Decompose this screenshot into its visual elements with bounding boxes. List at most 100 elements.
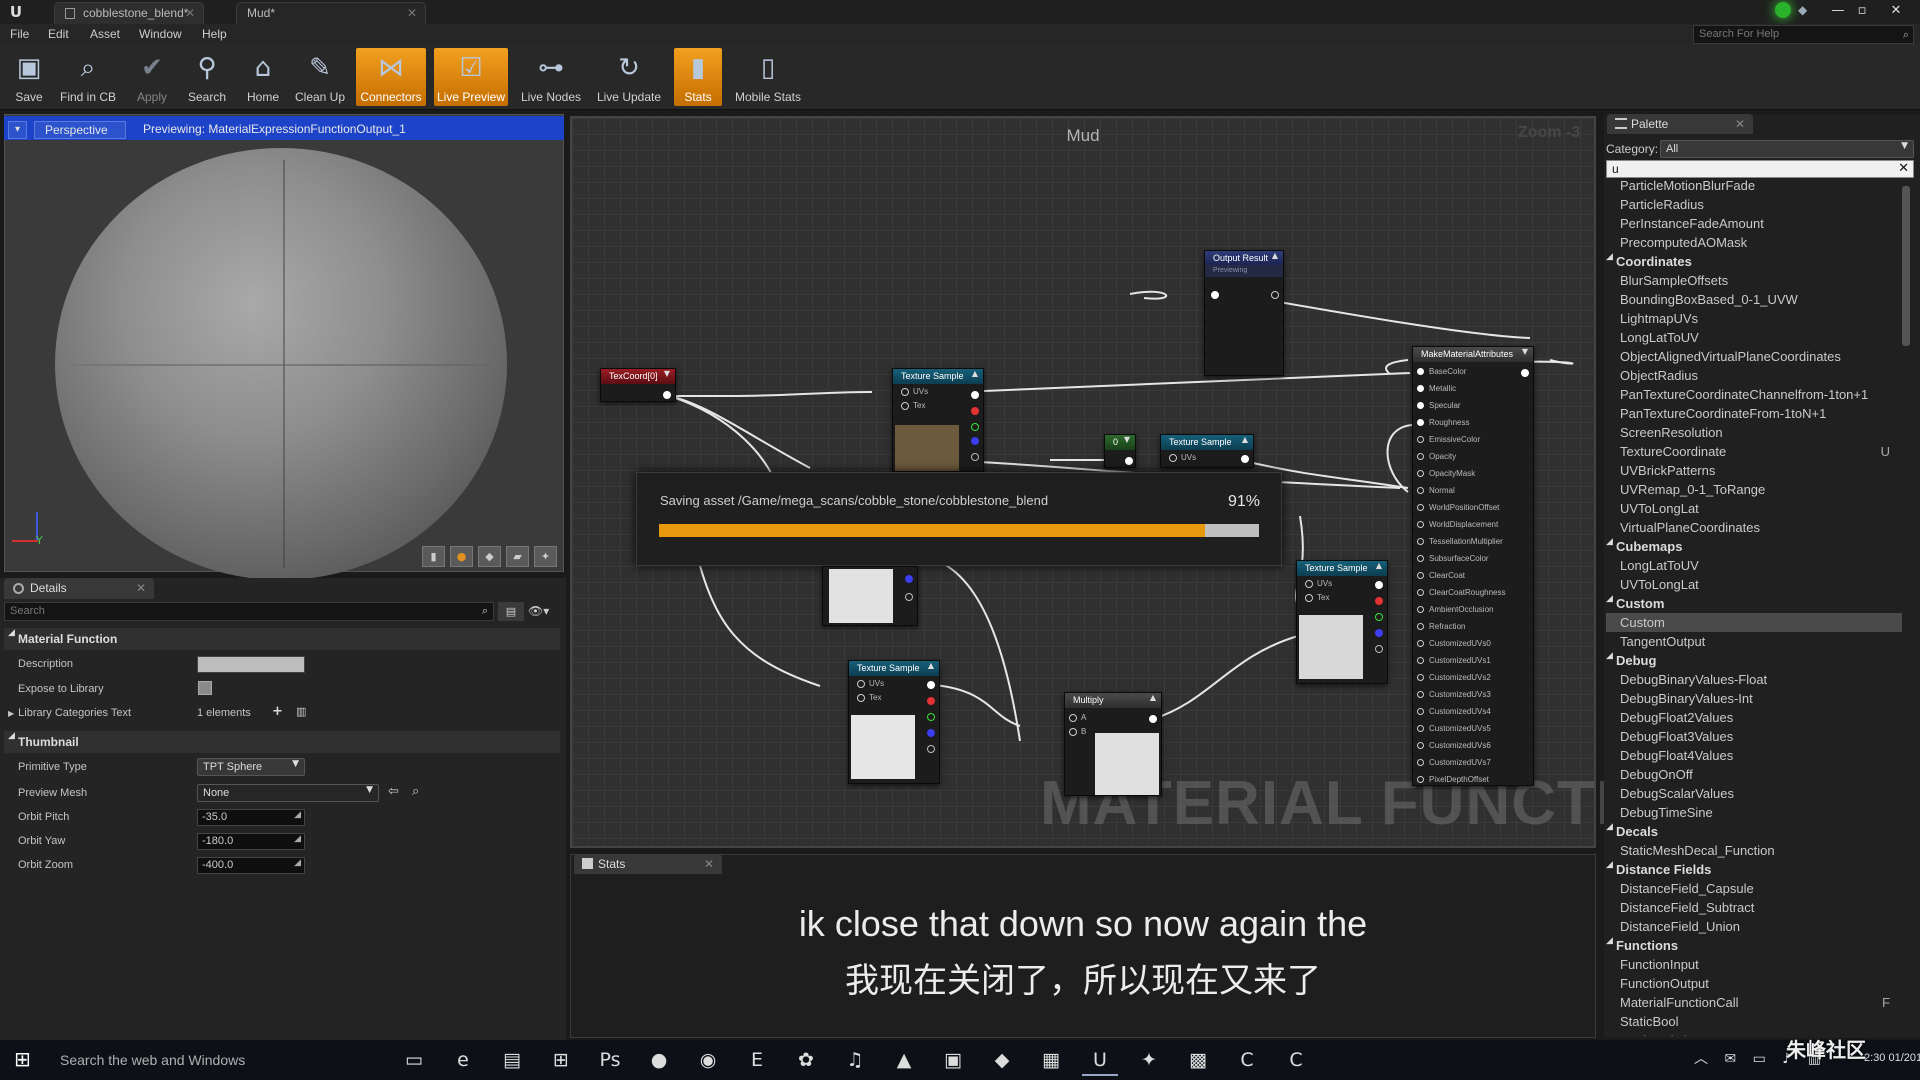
palette-item[interactable]: TangentOutput [1606, 632, 1902, 651]
input-pin[interactable] [1417, 776, 1424, 784]
input-pin[interactable] [1417, 623, 1424, 631]
output-pin[interactable] [663, 391, 671, 399]
user-avatar-icon[interactable] [1775, 2, 1791, 18]
output-pin-rgb[interactable] [971, 391, 979, 399]
palette-item[interactable]: ParticleMotionBlurFade [1606, 176, 1902, 195]
menu-asset[interactable]: Asset [90, 24, 120, 44]
input-pin[interactable] [1417, 742, 1424, 750]
palette-item[interactable]: UVBrickPatterns [1606, 461, 1902, 480]
preview-mesh-select[interactable]: None ▼ [197, 784, 379, 802]
unreal-icon[interactable]: U [1082, 1044, 1118, 1076]
taskbar-search-input[interactable]: Search the web and Windows [48, 1048, 388, 1072]
output-pin-rgb[interactable] [1375, 581, 1383, 589]
palette-item[interactable]: LongLatToUV [1606, 556, 1902, 575]
app-icon-16[interactable]: ✦ [1131, 1044, 1167, 1076]
category-select[interactable]: All ▼ [1660, 140, 1914, 158]
output-pin-a[interactable] [927, 745, 935, 753]
close-icon[interactable]: ✕ [704, 854, 714, 874]
palette-item[interactable]: ObjectRadius [1606, 366, 1902, 385]
details-tab[interactable]: Details ✕ [4, 578, 154, 599]
palette-scrollbar[interactable] [1902, 186, 1910, 346]
output-pin-a[interactable] [971, 453, 979, 461]
app-icon-13[interactable]: ◆ [984, 1044, 1020, 1076]
palette-item[interactable]: DebugScalarValues [1606, 784, 1902, 803]
output-pin-r[interactable] [1375, 597, 1383, 605]
use-selected-asset-icon[interactable]: ⇦ [388, 784, 399, 799]
input-pin[interactable] [1417, 436, 1424, 444]
palette-item[interactable]: UVToLongLat [1606, 499, 1902, 518]
input-pin[interactable] [1417, 555, 1424, 563]
palette-item[interactable]: DebugFloat2Values [1606, 708, 1902, 727]
menu-help[interactable]: Help [202, 24, 227, 44]
primitive-type-select[interactable]: TPT Sphere ▼ [197, 758, 305, 776]
input-pin[interactable] [1417, 487, 1424, 495]
input-pin[interactable] [1417, 419, 1424, 427]
palette-item[interactable]: VirtualPlaneCoordinates [1606, 518, 1902, 537]
texture-sample-node[interactable]: Texture Sample ▲ UVs Tex [892, 368, 984, 472]
category-thumbnail[interactable]: ◢ Thumbnail [4, 731, 560, 753]
output-pin-g[interactable] [927, 713, 935, 721]
save-button[interactable]: ▣ Save [8, 48, 50, 106]
palette-item[interactable]: DebugBinaryValues-Int [1606, 689, 1902, 708]
photos-icon[interactable]: ▲ [886, 1044, 922, 1076]
input-pin[interactable] [1417, 538, 1424, 546]
input-pin[interactable] [1417, 368, 1424, 376]
mobile-stats-button[interactable]: ▯ Mobile Stats [730, 48, 806, 106]
sphere-primitive-button[interactable]: ● [450, 546, 473, 567]
help-search-input[interactable]: Search For Help ⌕ [1693, 25, 1914, 44]
delete-elements-icon[interactable]: ▥ [296, 705, 308, 718]
input-pin[interactable] [857, 679, 865, 688]
palette-item[interactable]: DebugFloat3Values [1606, 727, 1902, 746]
menu-file[interactable]: File [10, 24, 29, 44]
epic-launcher-icon[interactable]: E [739, 1044, 775, 1076]
palette-item[interactable]: StaticMeshDecal_Function [1606, 841, 1902, 860]
close-window-button[interactable]: ✕ [1886, 2, 1906, 20]
palette-item[interactable]: PanTextureCoordinateFrom-1toN+1 [1606, 404, 1902, 423]
palette-item[interactable]: LongLatToUV [1606, 328, 1902, 347]
app-icon-18[interactable]: C [1229, 1044, 1265, 1076]
palette-category[interactable]: ◢ Decals [1606, 822, 1902, 841]
output-pin-r[interactable] [971, 407, 979, 415]
output-pin-rgb[interactable] [927, 681, 935, 689]
menu-edit[interactable]: Edit [48, 24, 69, 44]
input-pin[interactable] [1417, 708, 1424, 716]
close-icon[interactable]: ✕ [185, 3, 195, 23]
palette-item[interactable]: PanTextureCoordinateChannelfrom-1ton+1 [1606, 385, 1902, 404]
orbit-yaw-field[interactable]: -180.0 ◢ [197, 833, 305, 850]
menu-window[interactable]: Window [139, 24, 182, 44]
app-icon-12[interactable]: ▣ [935, 1044, 971, 1076]
palette-item[interactable]: StaticBool [1606, 1012, 1902, 1031]
photoshop-icon[interactable]: Ps [592, 1044, 628, 1076]
restore-button[interactable]: ▫ [1852, 2, 1872, 20]
palette-item[interactable]: LightmapUVs [1606, 309, 1902, 328]
app-icon-6[interactable]: ● [641, 1044, 677, 1076]
input-pin[interactable] [1417, 606, 1424, 614]
output-pin-a[interactable] [905, 593, 913, 601]
minimize-button[interactable]: — [1828, 2, 1848, 20]
doc-tab-cobblestone[interactable]: cobblestone_blend* ✕ [54, 2, 204, 24]
palette-item[interactable]: BlurSampleOffsets [1606, 271, 1902, 290]
palette-item[interactable]: PrecomputedAOMask [1606, 233, 1902, 252]
input-pin[interactable] [1169, 453, 1177, 462]
taskbar-clock[interactable]: 2:30 01/2016 [1864, 1052, 1920, 1064]
output-pin-a[interactable] [1375, 645, 1383, 653]
palette-item[interactable]: ScreenResolution [1606, 423, 1902, 442]
chrome-icon[interactable]: ◉ [690, 1044, 726, 1076]
palette-item[interactable]: FunctionOutput [1606, 974, 1902, 993]
clean-up-button[interactable]: ✎ Clean Up [292, 48, 348, 106]
task-view-icon[interactable]: ▭ [396, 1044, 432, 1076]
connectors-button[interactable]: ⋈ Connectors [356, 48, 426, 106]
apply-button[interactable]: ✔ Apply [128, 48, 176, 106]
library-categories-label[interactable]: ▶ Library Categories Text [8, 707, 131, 719]
palette-item[interactable]: DebugBinaryValues-Float [1606, 670, 1902, 689]
palette-category[interactable]: ◢ Debug [1606, 651, 1902, 670]
category-material-function[interactable]: ◢ Material Function [4, 628, 560, 650]
input-pin[interactable] [1305, 593, 1313, 602]
output-pin[interactable] [1521, 369, 1529, 377]
palette-category[interactable]: ◢ Functions [1606, 936, 1902, 955]
app-icon-17[interactable]: ▩ [1180, 1044, 1216, 1076]
palette-item[interactable]: DistanceField_Capsule [1606, 879, 1902, 898]
input-pin[interactable] [1211, 291, 1219, 299]
input-pin[interactable] [1305, 579, 1313, 588]
output-pin-g[interactable] [971, 423, 979, 431]
